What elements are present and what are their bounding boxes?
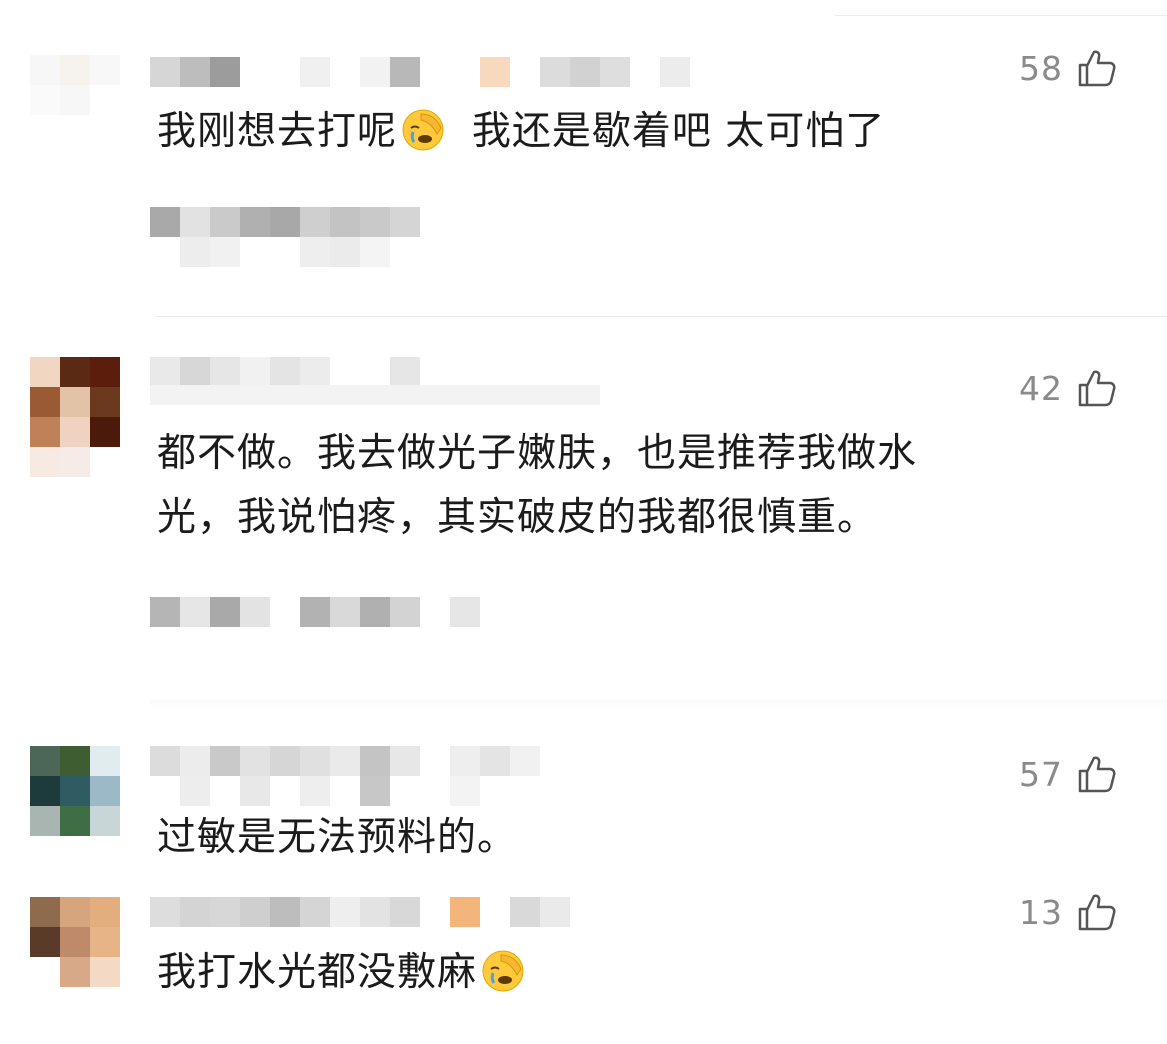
- facepalm-emoji: [402, 109, 444, 151]
- facepalm-emoji: [482, 950, 524, 992]
- comment-text: 我刚想去打呢 我还是歇着吧 太可怕了: [157, 109, 886, 154]
- comment-text: 我打水光都没敷麻: [157, 941, 525, 1005]
- thumbs-up-icon: [1078, 756, 1116, 793]
- thumbs-up-icon: [1078, 50, 1116, 87]
- like-button[interactable]: 58: [1019, 48, 1117, 88]
- like-count: 42: [1019, 368, 1063, 408]
- like-count: 13: [1019, 892, 1063, 932]
- like-button[interactable]: 42: [1019, 368, 1117, 408]
- like-button[interactable]: 13: [1019, 892, 1117, 932]
- divider: [835, 15, 1167, 16]
- like-count: 58: [1019, 48, 1063, 88]
- divider: [150, 700, 1167, 712]
- comment-text: 过敏是无法预料的。: [157, 815, 518, 860]
- divider: [155, 316, 1167, 317]
- avatar[interactable]: [30, 357, 120, 477]
- avatar[interactable]: [30, 55, 120, 115]
- thumbs-up-icon: [1078, 370, 1116, 407]
- like-button[interactable]: 57: [1019, 754, 1117, 794]
- comment-text: 都不做。我去做光子嫩肤，也是推荐我做水 光，我说怕疼，其实破皮的我都很慎重。: [157, 431, 918, 540]
- avatar[interactable]: [30, 897, 120, 987]
- avatar[interactable]: [30, 746, 120, 836]
- comment-list: 58 我刚想去打呢 我还是歇着吧 太可怕了 42 都不做。我去做光子嫩肤，也是推…: [0, 0, 1167, 1044]
- like-count: 57: [1019, 754, 1063, 794]
- thumbs-up-icon: [1078, 894, 1116, 931]
